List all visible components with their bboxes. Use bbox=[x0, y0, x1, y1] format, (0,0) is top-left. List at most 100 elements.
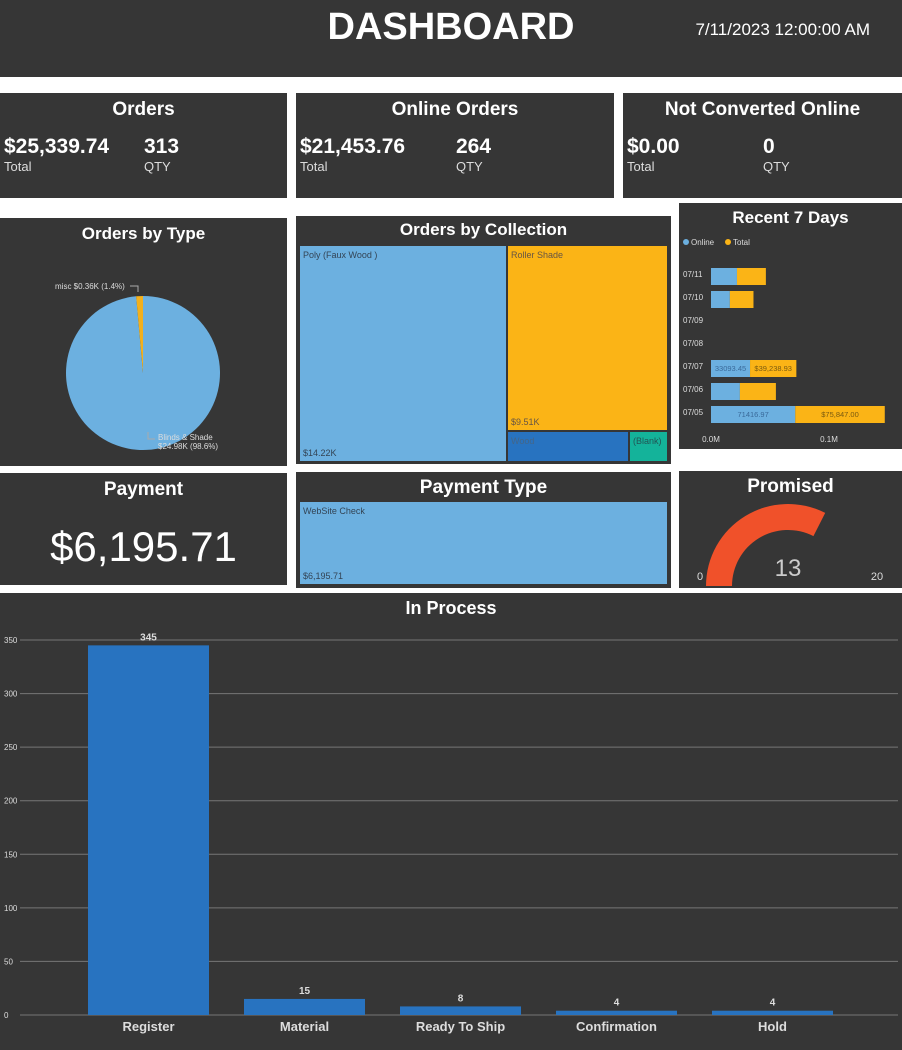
data-label: 15 bbox=[299, 986, 311, 997]
bar-online-07/10 bbox=[711, 291, 730, 308]
kpi-label: QTY bbox=[763, 159, 790, 174]
tile-label: WebSite Check bbox=[303, 506, 365, 516]
bar-register bbox=[88, 645, 209, 1015]
card-title: Payment bbox=[103, 479, 184, 500]
gauge-arc bbox=[706, 504, 826, 586]
card-title: Online Orders bbox=[391, 99, 519, 120]
row-label: 07/06 bbox=[683, 385, 704, 394]
tile-value: $14.22K bbox=[303, 448, 337, 458]
chart-title: In Process bbox=[405, 598, 497, 618]
card-title: Recent 7 Days bbox=[732, 208, 849, 227]
row-label: 07/10 bbox=[683, 293, 704, 302]
pie-label-misc: misc $0.36K (1.4%) bbox=[55, 282, 125, 291]
y-tick: 300 bbox=[4, 690, 18, 699]
datetime: 7/11/2023 12:00:00 AM bbox=[695, 20, 870, 39]
orders-by-collection-card: Orders by Collection Poly (Faux Wood ) $1… bbox=[296, 216, 671, 464]
bar-confirmation bbox=[556, 1010, 677, 1015]
pie-label-blinds-value: $24.98K (98.6%) bbox=[158, 442, 218, 451]
bar-material bbox=[244, 998, 365, 1015]
row-label: 07/08 bbox=[683, 339, 704, 348]
y-tick: 350 bbox=[4, 636, 18, 645]
card-title: Not Converted Online bbox=[664, 99, 861, 120]
y-tick: 100 bbox=[4, 904, 18, 913]
bar-online-07/06 bbox=[711, 383, 740, 400]
y-tick: 150 bbox=[4, 850, 18, 859]
x-tick: Material bbox=[280, 1019, 329, 1034]
gauge-max: 20 bbox=[871, 571, 883, 583]
legend-marker bbox=[725, 239, 731, 245]
legend-total: Total bbox=[733, 238, 750, 247]
tile-label: Poly (Faux Wood ) bbox=[303, 250, 378, 260]
tile-value: $6,195.71 bbox=[303, 571, 344, 581]
payment-type-card: Payment Type WebSite Check $6,195.71 bbox=[296, 472, 671, 588]
treemap-tile-poly[interactable]: Poly (Faux Wood ) $14.22K bbox=[300, 246, 506, 461]
treemap-tile-website-check[interactable]: WebSite Check $6,195.71 bbox=[300, 502, 667, 584]
data-label: 4 bbox=[770, 998, 776, 1009]
kpi-qty: 0 bbox=[763, 135, 775, 158]
tile-value: $9.51K bbox=[511, 417, 540, 427]
gauge-value: 13 bbox=[775, 555, 802, 582]
x-tick: Hold bbox=[758, 1019, 787, 1034]
bar-online-label: 71416.97 bbox=[737, 410, 768, 419]
legend-marker bbox=[683, 239, 689, 245]
kpi-orders: Orders $25,339.74 Total 313 QTY bbox=[0, 93, 287, 198]
bar-total-label: $39,238.93 bbox=[754, 364, 792, 373]
header: DASHBOARD 7/11/2023 12:00:00 AM bbox=[0, 0, 902, 77]
x-tick: 0.1M bbox=[820, 435, 838, 444]
treemap-tile-wood[interactable]: Wood bbox=[508, 432, 628, 461]
row-label: 07/09 bbox=[683, 316, 704, 325]
row-label: 07/07 bbox=[683, 362, 704, 371]
bar-ready-to-ship bbox=[400, 1006, 521, 1015]
kpi-online-orders: Online Orders $21,453.76 Total 264 QTY bbox=[296, 93, 614, 198]
kpi-label: QTY bbox=[144, 159, 171, 174]
row-label: 07/11 bbox=[683, 270, 703, 279]
card-title: Orders by Collection bbox=[399, 220, 568, 239]
promised-card: Promised 13 0 20 bbox=[679, 471, 902, 588]
card-title: Payment Type bbox=[419, 477, 548, 498]
data-label: 8 bbox=[458, 993, 464, 1004]
x-tick: Register bbox=[122, 1019, 174, 1034]
data-label: 4 bbox=[614, 998, 620, 1009]
kpi-qty: 313 bbox=[144, 135, 180, 158]
y-tick: 0 bbox=[4, 1011, 9, 1020]
tile-label: Roller Shade bbox=[511, 250, 564, 260]
recent-7-days-card: Recent 7 Days Online Total 07/11 07/10 07/09… bbox=[679, 203, 902, 449]
bar-online-label: 33093.45 bbox=[715, 364, 746, 373]
kpi-label: Total bbox=[300, 159, 328, 174]
payment-value: $6,195.71 bbox=[50, 523, 237, 570]
y-tick: 200 bbox=[4, 797, 18, 806]
kpi-total: $21,453.76 bbox=[300, 135, 406, 158]
x-tick: Ready To Ship bbox=[416, 1019, 505, 1034]
payment-card: Payment $6,195.71 bbox=[0, 473, 287, 585]
kpi-total: $25,339.74 bbox=[4, 135, 110, 158]
card-title: Orders bbox=[112, 99, 175, 120]
treemap-tile-roller[interactable]: Roller Shade $9.51K bbox=[508, 246, 667, 430]
gauge-min: 0 bbox=[697, 571, 703, 583]
bar-total-07/11 bbox=[736, 268, 766, 285]
treemap-tile-blank[interactable]: (Blank) bbox=[630, 432, 667, 461]
y-tick: 50 bbox=[4, 957, 13, 966]
y-tick: 250 bbox=[4, 743, 18, 752]
legend-online: Online bbox=[691, 238, 715, 247]
bar-total-label: $75,847.00 bbox=[821, 410, 859, 419]
tile-label: (Blank) bbox=[633, 436, 662, 446]
card-title: Promised bbox=[747, 476, 834, 497]
kpi-label: Total bbox=[627, 159, 655, 174]
in-process-card: In Process 0 50 100 150 200 250 300 350 345 Regis… bbox=[0, 593, 902, 1050]
bar-total-07/10 bbox=[729, 291, 754, 308]
x-tick: Confirmation bbox=[576, 1019, 657, 1034]
x-tick: 0.0M bbox=[702, 435, 720, 444]
bar-hold bbox=[712, 1010, 833, 1015]
bar-online-07/11 bbox=[711, 268, 737, 285]
tile-label: Wood bbox=[511, 436, 535, 446]
kpi-label: Total bbox=[4, 159, 32, 174]
kpi-total: $0.00 bbox=[627, 135, 680, 158]
data-label: 345 bbox=[140, 632, 157, 643]
orders-by-type-card: Orders by Type misc $0.36K (1.4%) Blinds… bbox=[0, 218, 287, 466]
bar-total-07/06 bbox=[739, 383, 776, 400]
pie-label-blinds: Blinds & Shade bbox=[158, 433, 213, 442]
kpi-not-converted: Not Converted Online $0.00 Total 0 QTY bbox=[623, 93, 902, 198]
row-label: 07/05 bbox=[683, 408, 704, 417]
kpi-label: QTY bbox=[456, 159, 483, 174]
kpi-qty: 264 bbox=[456, 135, 492, 158]
